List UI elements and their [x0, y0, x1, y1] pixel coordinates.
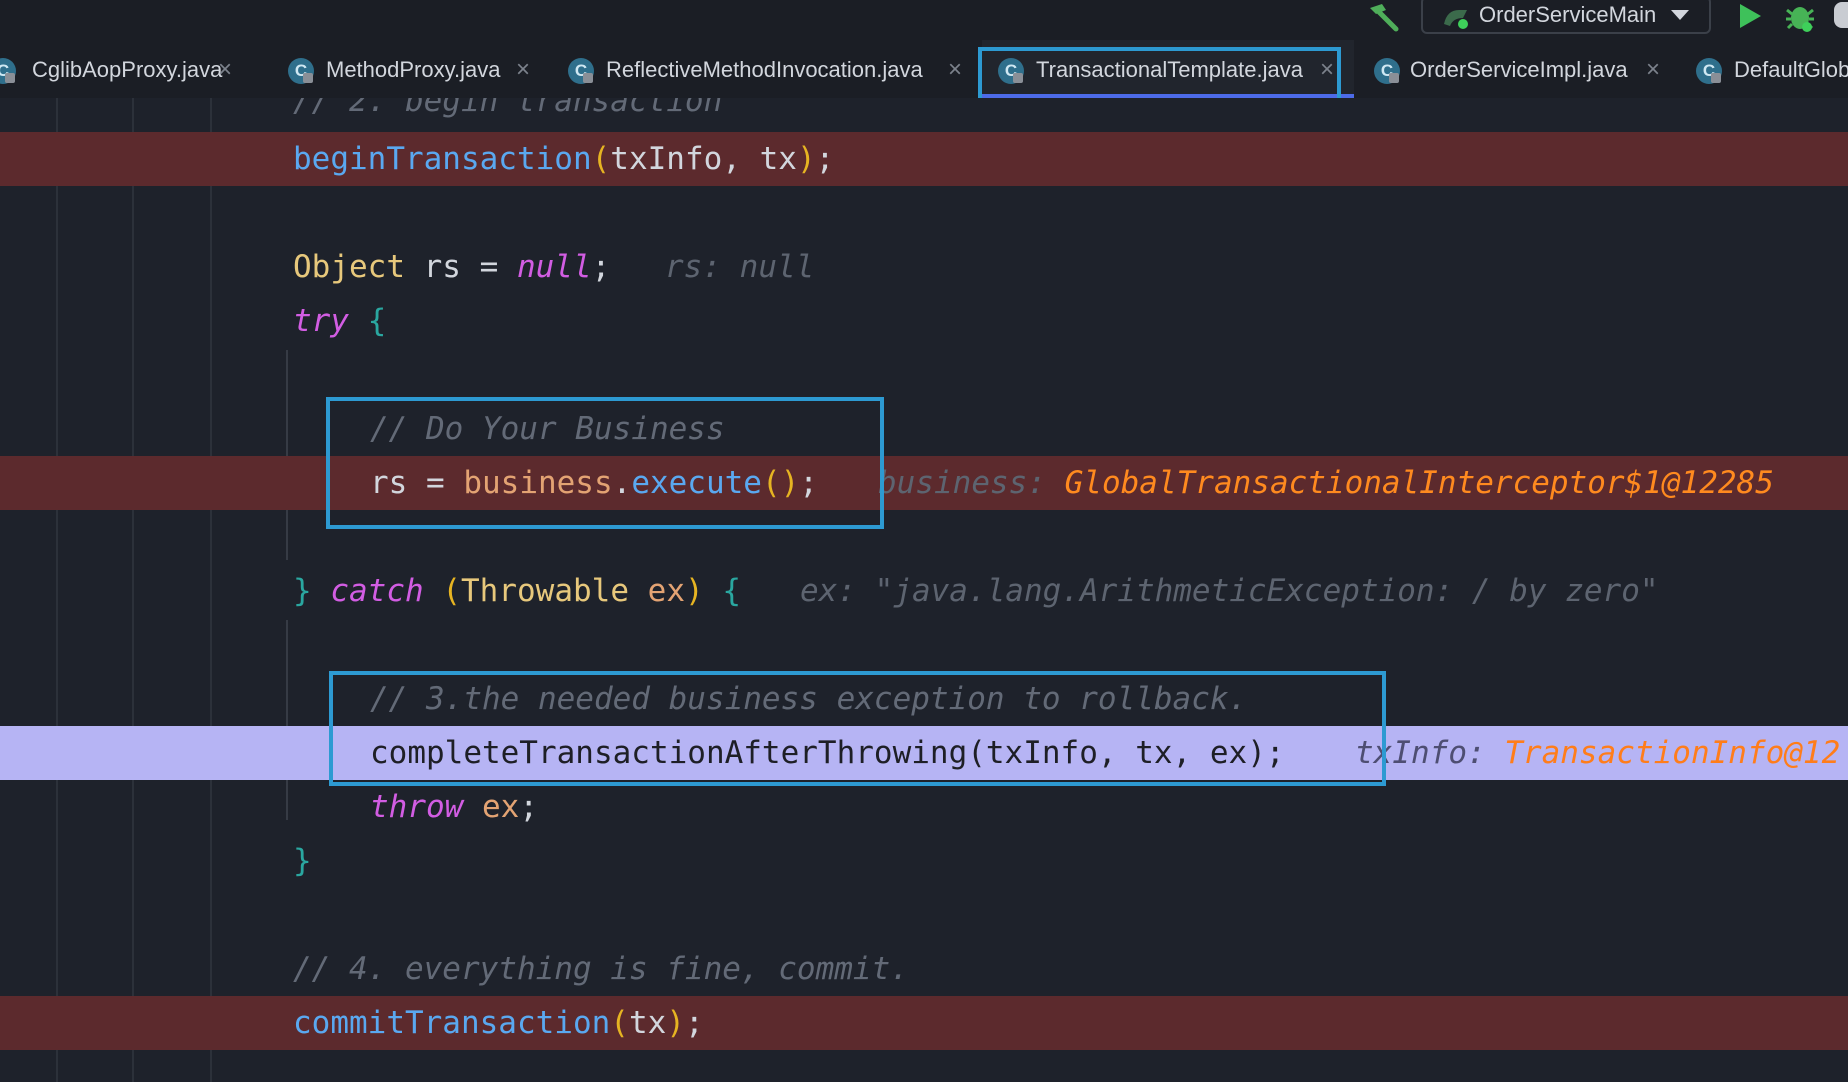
run-config-label: OrderServiceMain — [1479, 2, 1657, 27]
tab-label: TransactionalTemplate.java — [1036, 57, 1303, 82]
code-line[interactable]: Object rs = null; rs: null — [0, 240, 1848, 294]
code-comment: // Do Your Business — [370, 411, 725, 447]
tab-reflective-method-invocation[interactable]: C ReflectiveMethodInvocation.java × — [560, 40, 970, 98]
tab-cglib-aop-proxy[interactable]: C CglibAopProxy.java × — [0, 40, 260, 98]
assignment: rs = — [370, 465, 464, 501]
inlay-value: GlobalTransactionalInterceptor$1@12285 — [1064, 465, 1774, 501]
run-config-icon — [1444, 10, 1468, 29]
keyword: catch — [330, 573, 424, 609]
code-content: throw ex; — [370, 780, 538, 834]
code-line-breakpoint[interactable]: rs = business.execute(); business: Globa… — [0, 456, 1848, 510]
variable: business — [463, 465, 613, 501]
tab-order-service-impl[interactable]: C OrderServiceImpl.java × — [1370, 40, 1676, 98]
code-content: Object rs = null; — [293, 240, 610, 294]
statement-end: ; — [799, 465, 818, 501]
statement-end: ; — [519, 789, 538, 825]
run-configuration-selector[interactable]: OrderServiceMain — [1421, 0, 1711, 34]
code-line-breakpoint[interactable]: beginTransaction(txInfo, tx); — [0, 132, 1848, 186]
tab-label: CglibAopProxy.java — [32, 57, 223, 82]
keyword: try — [293, 303, 349, 339]
overflow-icon[interactable] — [1834, 2, 1848, 28]
code-line[interactable]: } — [0, 834, 1848, 888]
code-comment: // 2. begin transaction — [293, 98, 723, 119]
code-line-breakpoint[interactable]: commitTransaction(tx); — [0, 996, 1848, 1050]
type-name: Throwable — [461, 573, 629, 609]
code-content: completeTransactionAfterThrowing(txInfo,… — [370, 735, 1285, 771]
keyword: null — [516, 249, 592, 285]
tab-label: ReflectiveMethodInvocation.java — [606, 57, 923, 82]
code-line[interactable]: // 2. begin transaction — [0, 98, 1848, 128]
inline-debug-value: business: GlobalTransactionalInterceptor… — [878, 456, 1774, 510]
close-icon[interactable]: × — [1646, 40, 1660, 98]
tab-label: MethodProxy.java — [326, 57, 501, 82]
code-line[interactable]: // 3.the needed business exception to ro… — [0, 672, 1848, 726]
inline-debug-value: ex: "java.lang.ArithmeticException: / by… — [800, 573, 1659, 609]
tab-default-glob[interactable]: C DefaultGlob — [1694, 40, 1848, 98]
code-line[interactable]: throw ex; — [0, 780, 1848, 834]
code-content: rs = business.execute(); — [370, 465, 818, 501]
variable: ex — [647, 573, 685, 609]
close-icon[interactable]: × — [1320, 40, 1334, 98]
brace: { — [722, 573, 742, 609]
code-comment: // 4. everything is fine, commit. — [293, 951, 909, 987]
close-icon[interactable]: × — [218, 40, 232, 98]
code-line[interactable]: } catch (Throwable ex) { ex: "java.lang.… — [0, 564, 1848, 618]
inline-debug-value: rs: null — [665, 249, 815, 285]
code-editor[interactable]: // 2. begin transaction beginTransaction… — [0, 98, 1848, 1082]
tab-transactional-template[interactable]: C TransactionalTemplate.java × — [982, 40, 1354, 98]
type-name: Object — [293, 249, 405, 285]
run-icon[interactable] — [1737, 2, 1763, 30]
code-content: } catch (Throwable ex) { — [293, 573, 742, 609]
editor-tab-bar: C CglibAopProxy.java × C MethodProxy.jav… — [0, 40, 1848, 98]
code-content: try { — [293, 294, 386, 348]
call-arguments: txInfo, tx — [610, 141, 797, 177]
inlay-name: txInfo: — [1355, 735, 1505, 771]
method-call: beginTransaction — [293, 141, 592, 177]
brace: { — [367, 303, 387, 339]
method-call: execute — [631, 465, 762, 501]
variable: ex — [482, 789, 520, 825]
inline-debug-value: txInfo: TransactionInfo@12 — [1355, 726, 1840, 780]
call-arguments: tx — [628, 1005, 667, 1041]
assignment: rs = — [404, 249, 517, 285]
class-icon: C — [1374, 58, 1400, 84]
keyword: throw — [370, 789, 464, 825]
code-line[interactable]: // 4. everything is fine, commit. — [0, 942, 1848, 996]
class-icon: C — [288, 58, 314, 84]
tab-label: DefaultGlob — [1734, 57, 1848, 82]
code-line-current-execution[interactable]: completeTransactionAfterThrowing(txInfo,… — [0, 726, 1848, 780]
statement-end: ; — [591, 249, 611, 285]
code-content: commitTransaction(tx); — [293, 1005, 704, 1041]
close-icon[interactable]: × — [516, 40, 530, 98]
code-line[interactable]: try { — [0, 294, 1848, 348]
hammer-icon[interactable] — [1364, 2, 1400, 32]
main-toolbar: OrderServiceMain — [0, 0, 1848, 40]
statement-end: ; — [684, 1005, 704, 1041]
dot: . — [612, 465, 632, 501]
code-content: beginTransaction(txInfo, tx); — [293, 141, 835, 177]
inlay-value: TransactionInfo@12 — [1504, 735, 1841, 771]
statement-end: ; — [815, 141, 835, 177]
code-comment: // 3.the needed business exception to ro… — [370, 681, 1248, 717]
debug-icon[interactable] — [1784, 0, 1816, 32]
close-icon[interactable]: × — [948, 40, 962, 98]
tab-label: OrderServiceImpl.java — [1410, 57, 1628, 82]
brace: } — [293, 573, 312, 609]
class-icon: C — [998, 58, 1024, 84]
brace: } — [293, 843, 312, 879]
inlay-name: business: — [878, 465, 1065, 501]
class-icon: C — [0, 58, 16, 84]
class-icon: C — [1696, 58, 1722, 84]
method-call: commitTransaction — [293, 1005, 611, 1041]
code-line[interactable]: // Do Your Business — [0, 402, 1848, 456]
class-icon: C — [568, 58, 594, 84]
tab-method-proxy[interactable]: C MethodProxy.java × — [280, 40, 544, 98]
chevron-down-icon[interactable] — [1671, 10, 1689, 20]
